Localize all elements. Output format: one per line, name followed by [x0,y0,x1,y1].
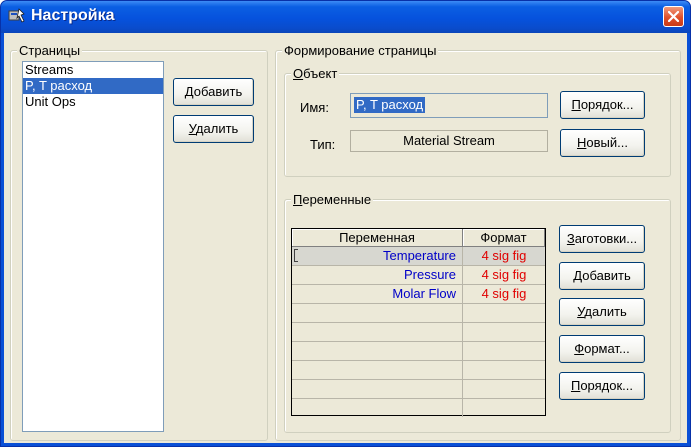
title-bar[interactable]: Настройка [1,1,690,33]
close-icon [668,11,679,22]
variables-group: Переменные Переменная Формат Temperature… [284,192,671,433]
name-label: Имя: [300,100,329,115]
variables-grid[interactable]: Переменная Формат Temperature 4 sig fig … [291,228,546,417]
table-row-empty[interactable] [292,342,545,361]
variable-cell-empty[interactable] [292,304,463,322]
window-title: Настройка [31,7,115,24]
presets-button[interactable]: Заготовки... [559,225,645,253]
column-header-format[interactable]: Формат [463,229,545,247]
settings-window: Настройка Страницы Streams P, T расход U… [0,0,691,447]
list-item-unit-ops[interactable]: Unit Ops [23,94,163,110]
type-label: Тип: [310,137,336,152]
table-row[interactable]: Temperature 4 sig fig [292,247,545,266]
delete-variable-button[interactable]: Удалить [559,298,645,326]
add-variable-button[interactable]: Добавить [559,262,645,290]
table-row-empty[interactable] [292,380,545,399]
format-cell[interactable]: 4 sig fig [463,247,545,265]
variable-cell-empty[interactable] [292,399,463,417]
format-cell[interactable]: 4 sig fig [463,266,545,284]
name-field[interactable]: P, T расход [350,93,548,118]
list-item-pt-flow[interactable]: P, T расход [23,78,163,94]
add-page-button[interactable]: Добавить [173,78,254,106]
list-item-streams[interactable]: Streams [23,62,163,78]
dialog-client-area: Страницы Streams P, T расход Unit Ops До… [4,33,687,443]
variable-cell-empty[interactable] [292,380,463,398]
format-button[interactable]: Формат... [559,335,645,363]
pages-group: Страницы Streams P, T расход Unit Ops До… [10,43,268,441]
variable-cell[interactable]: Molar Flow [292,285,463,303]
table-row-empty[interactable] [292,304,545,323]
page-form-group: Формирование страницы Объект Имя: P, T р… [275,43,681,441]
table-row[interactable]: Pressure 4 sig fig [292,266,545,285]
pages-group-label: Страницы [17,43,83,58]
type-field: Material Stream [350,130,548,152]
table-row-empty[interactable] [292,361,545,380]
variable-cell-empty[interactable] [292,361,463,379]
object-group: Объект Имя: P, T расход Тип: Material St… [284,66,671,177]
table-row[interactable]: Molar Flow 4 sig fig [292,285,545,304]
close-button[interactable] [663,6,684,27]
table-row-empty[interactable] [292,323,545,342]
name-field-value: P, T расход [354,97,426,113]
object-group-label: Объект [291,66,340,81]
delete-page-button-label: далить [195,121,239,136]
column-header-variable[interactable]: Переменная [292,229,463,247]
variable-cell-empty[interactable] [292,342,463,360]
object-order-button[interactable]: Порядок... [560,91,645,119]
variable-cell[interactable]: Pressure [292,266,463,284]
settings-window-icon [8,8,25,23]
variable-cell-empty[interactable] [292,323,463,341]
new-object-button[interactable]: Новый... [560,129,645,157]
delete-page-button[interactable]: Удалить [173,115,254,143]
add-page-button-label: обавить [193,84,243,99]
pages-list[interactable]: Streams P, T расход Unit Ops [22,61,164,432]
table-row-empty[interactable] [292,399,545,417]
variables-order-button[interactable]: Порядок... [559,372,645,400]
variables-group-label: Переменные [291,192,374,207]
page-form-group-label: Формирование страницы [282,43,439,58]
variable-cell[interactable]: Temperature [292,247,463,265]
format-cell[interactable]: 4 sig fig [463,285,545,303]
